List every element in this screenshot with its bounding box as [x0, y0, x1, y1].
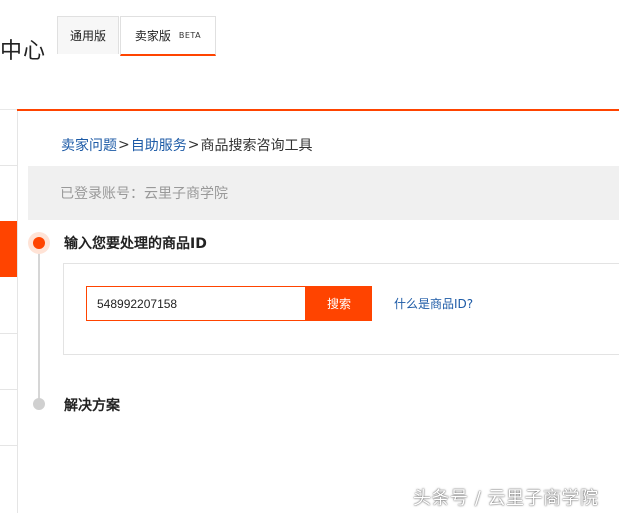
- tab-general[interactable]: 通用版: [57, 16, 119, 54]
- sidebar-divider: [0, 333, 17, 334]
- header-divider: [0, 109, 17, 110]
- breadcrumb-self-service[interactable]: 自助服务: [131, 135, 187, 155]
- step-connector-line: [38, 243, 40, 405]
- tab-seller[interactable]: 卖家版 BETA: [120, 16, 216, 56]
- login-status-text: 已登录账号：云里子商学院: [60, 186, 228, 202]
- sidebar-divider: [0, 389, 17, 390]
- tab-seller-label: 卖家版: [134, 29, 171, 43]
- breadcrumb-separator: >: [187, 137, 200, 153]
- sidebar-divider: [0, 165, 17, 166]
- step-inactive-dot-icon: [33, 398, 45, 410]
- search-button[interactable]: 搜索: [306, 286, 372, 321]
- sidebar-divider: [0, 445, 17, 446]
- beta-badge: BETA: [178, 31, 202, 40]
- breadcrumb-seller-questions[interactable]: 卖家问题: [61, 135, 117, 155]
- breadcrumb: 卖家问题 > 自助服务 > 商品搜索咨询工具: [61, 135, 312, 155]
- what-is-product-id-link[interactable]: 什么是商品ID?: [394, 295, 473, 312]
- login-status-bar: 已登录账号：云里子商学院: [28, 166, 619, 220]
- page-title: 中心: [0, 39, 47, 64]
- watermark: 头条号 / 云里子商学院: [413, 488, 599, 509]
- step2-title: 解决方案: [64, 398, 120, 414]
- step1-title: 输入您要处理的商品ID: [64, 236, 207, 252]
- breadcrumb-separator: >: [118, 137, 130, 153]
- sidebar: [0, 111, 18, 513]
- product-id-input[interactable]: [86, 286, 306, 321]
- step-active-dot-icon: [33, 237, 45, 249]
- tab-general-label: 通用版: [69, 29, 106, 43]
- breadcrumb-current: 商品搜索咨询工具: [200, 138, 313, 154]
- sidebar-item-active[interactable]: [0, 221, 17, 277]
- accent-divider: [17, 109, 619, 111]
